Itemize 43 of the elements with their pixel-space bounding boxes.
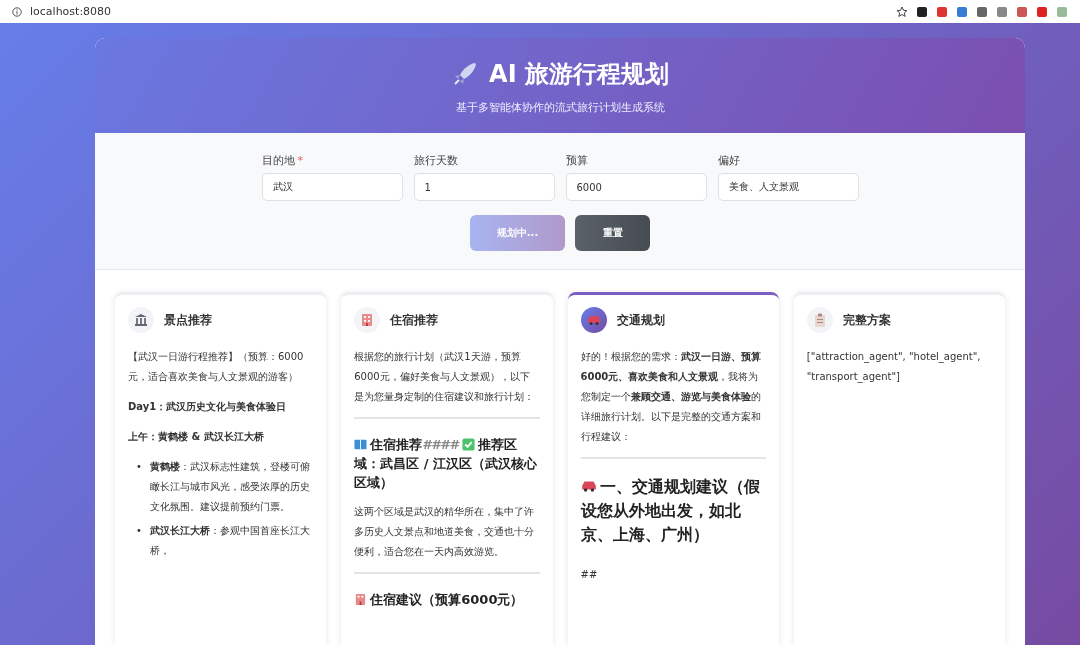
clipboard-icon: [813, 313, 826, 327]
paragraph: ["attraction_agent", "hotel_agent", "transport_agent"]: [806, 350, 982, 385]
paragraph: 【武汉一日游行程推荐】（预算：6000元，适合喜欢美食与人文景观的游客）: [128, 350, 305, 384]
input-field[interactable]: 武汉: [261, 173, 403, 201]
section-heading: 住宿建议（预算6000元）: [354, 590, 540, 609]
field-label: 目的地: [261, 153, 295, 168]
list-item: 黄鹤楼：武汉标志性建筑，登楼可俯瞰长江与城市风光，感受浓厚的历史文化氛围。建议提前预约门票。: [149, 460, 311, 514]
page-subtitle: 基于多智能体协作的流式旅行计划生成系统: [455, 100, 665, 115]
paragraph: 上午：黄鹤楼 & 武汉长江大桥: [128, 430, 265, 444]
input-field[interactable]: 美食、人文景观: [717, 173, 859, 201]
building-icon: [134, 313, 148, 327]
hotel-icon: [354, 593, 368, 606]
paragraph: Day1：武汉历史文化与美食体验日: [128, 400, 288, 414]
extension-icon[interactable]: [916, 5, 928, 18]
list-item: 武汉长江大桥：参观中国首座长江大桥，: [149, 524, 311, 558]
input-field[interactable]: 1: [413, 173, 555, 201]
bullet: •: [136, 524, 142, 538]
card-title: 交通规划: [616, 311, 665, 329]
car-icon: [580, 478, 597, 494]
card-title: 完整方案: [842, 311, 891, 329]
bullet: •: [136, 460, 142, 474]
card-title: 景点推荐: [164, 311, 212, 329]
section-heading: 一、交通规划建议（假设您从外地出发，如北京、上海、广州）: [580, 476, 761, 546]
info-icon: [12, 6, 22, 17]
card-title: 住宿推荐: [390, 311, 439, 329]
field-label: 旅行天数: [413, 153, 458, 168]
field-label: 预算: [565, 153, 588, 168]
reset-button[interactable]: 重置: [575, 215, 650, 251]
paragraph: 这两个区域是武汉的精华所在，集中了许多历史人文景点和地道美食，交通也十分便利，适合您在一天内高效游览。: [354, 505, 536, 559]
section-heading: 住宿推荐#### 推荐区域：武昌区 / 江汉区（武汉核心区域）: [354, 436, 539, 492]
required-mark: *: [297, 154, 303, 167]
paragraph: ##: [580, 568, 599, 582]
car-icon: [586, 315, 601, 325]
paragraph: 根据您的旅行计划（武汉1天游，预算6000元，偏好美食与人文景观），以下是为您量身定制的住宿建议和旅行计划：: [354, 350, 536, 404]
star-icon[interactable]: [896, 5, 908, 18]
book-icon: [354, 438, 368, 451]
check-icon: [462, 438, 476, 451]
hotel-icon: [360, 313, 375, 327]
address-bar[interactable]: localhost:8080: [30, 5, 888, 18]
page-title: AI 旅游行程规划: [489, 59, 669, 90]
paragraph: 好的！根据您的需求：武汉一日游、预算6000元、喜欢美食和人文景观，我将为您制定一个兼顾交通、游览与美食体验的详细旅行计划。以下是完整的交通方案和行程建议：: [580, 350, 762, 444]
field-label: 偏好: [717, 153, 740, 168]
input-field[interactable]: 6000: [565, 173, 707, 201]
